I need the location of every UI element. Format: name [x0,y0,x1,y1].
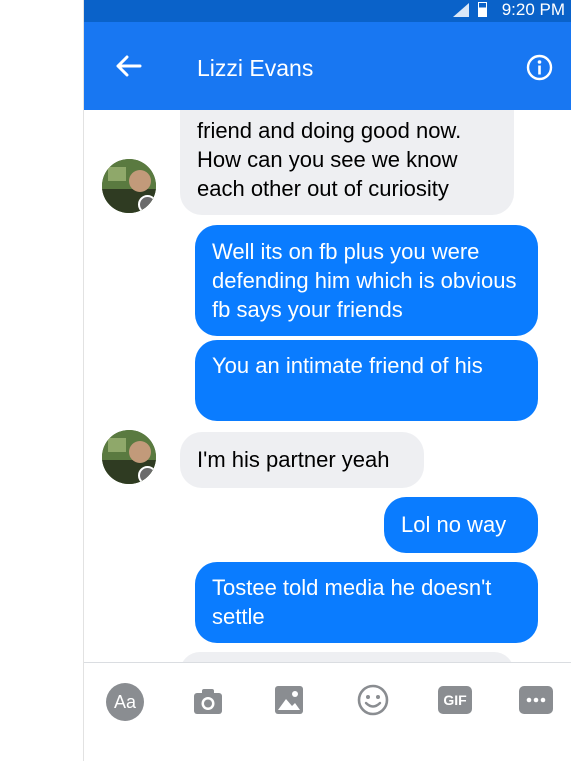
gif-button[interactable]: GIF [438,686,472,714]
conversation-header: Lizzi Evans [84,22,571,110]
status-time: 9:20 PM [501,0,565,19]
text-format-button[interactable]: Aa [106,683,144,721]
left-margin [0,0,84,761]
message-bubble-outgoing[interactable]: You an intimate friend of his [195,340,538,421]
message-text: Well its on fb plus you were defending h… [212,239,517,322]
message-text: Lol no way [401,512,507,537]
contact-avatar[interactable] [102,430,156,484]
contact-name[interactable]: Lizzi Evans [197,55,313,81]
battery-icon [478,2,487,17]
message-list[interactable]: friend and doing good now. How can you s… [84,110,571,662]
message-bubble-outgoing[interactable]: Well its on fb plus you were defending h… [195,225,538,336]
composer-toolbar: Aa GIF [84,662,571,761]
info-icon[interactable] [526,54,553,81]
contact-avatar[interactable] [102,159,156,213]
message-bubble-incoming-partial[interactable] [180,652,514,662]
emoji-icon[interactable] [357,684,389,716]
message-bubble-incoming[interactable]: I'm his partner yeah [180,432,424,488]
gallery-icon[interactable] [274,685,304,715]
message-text: Tostee told media he doesn't settle [212,575,492,629]
messenger-badge-icon [138,466,156,484]
camera-icon[interactable] [192,685,224,717]
message-text: friend and doing good now. How can you s… [197,118,462,201]
back-arrow-icon[interactable] [114,54,142,78]
message-text: You an intimate friend of his [212,353,483,378]
more-icon[interactable] [519,686,553,714]
messenger-badge-icon [138,195,156,213]
signal-icon [453,3,469,17]
status-bar: 9:20 PM [84,0,571,22]
message-bubble-outgoing[interactable]: Tostee told media he doesn't settle [195,562,538,643]
message-bubble-incoming[interactable]: friend and doing good now. How can you s… [180,110,514,215]
message-bubble-outgoing[interactable]: Lol no way [384,497,538,553]
message-text: I'm his partner yeah [197,447,390,472]
messenger-screen: 9:20 PM Lizzi Evans friend and doing goo… [84,0,571,761]
